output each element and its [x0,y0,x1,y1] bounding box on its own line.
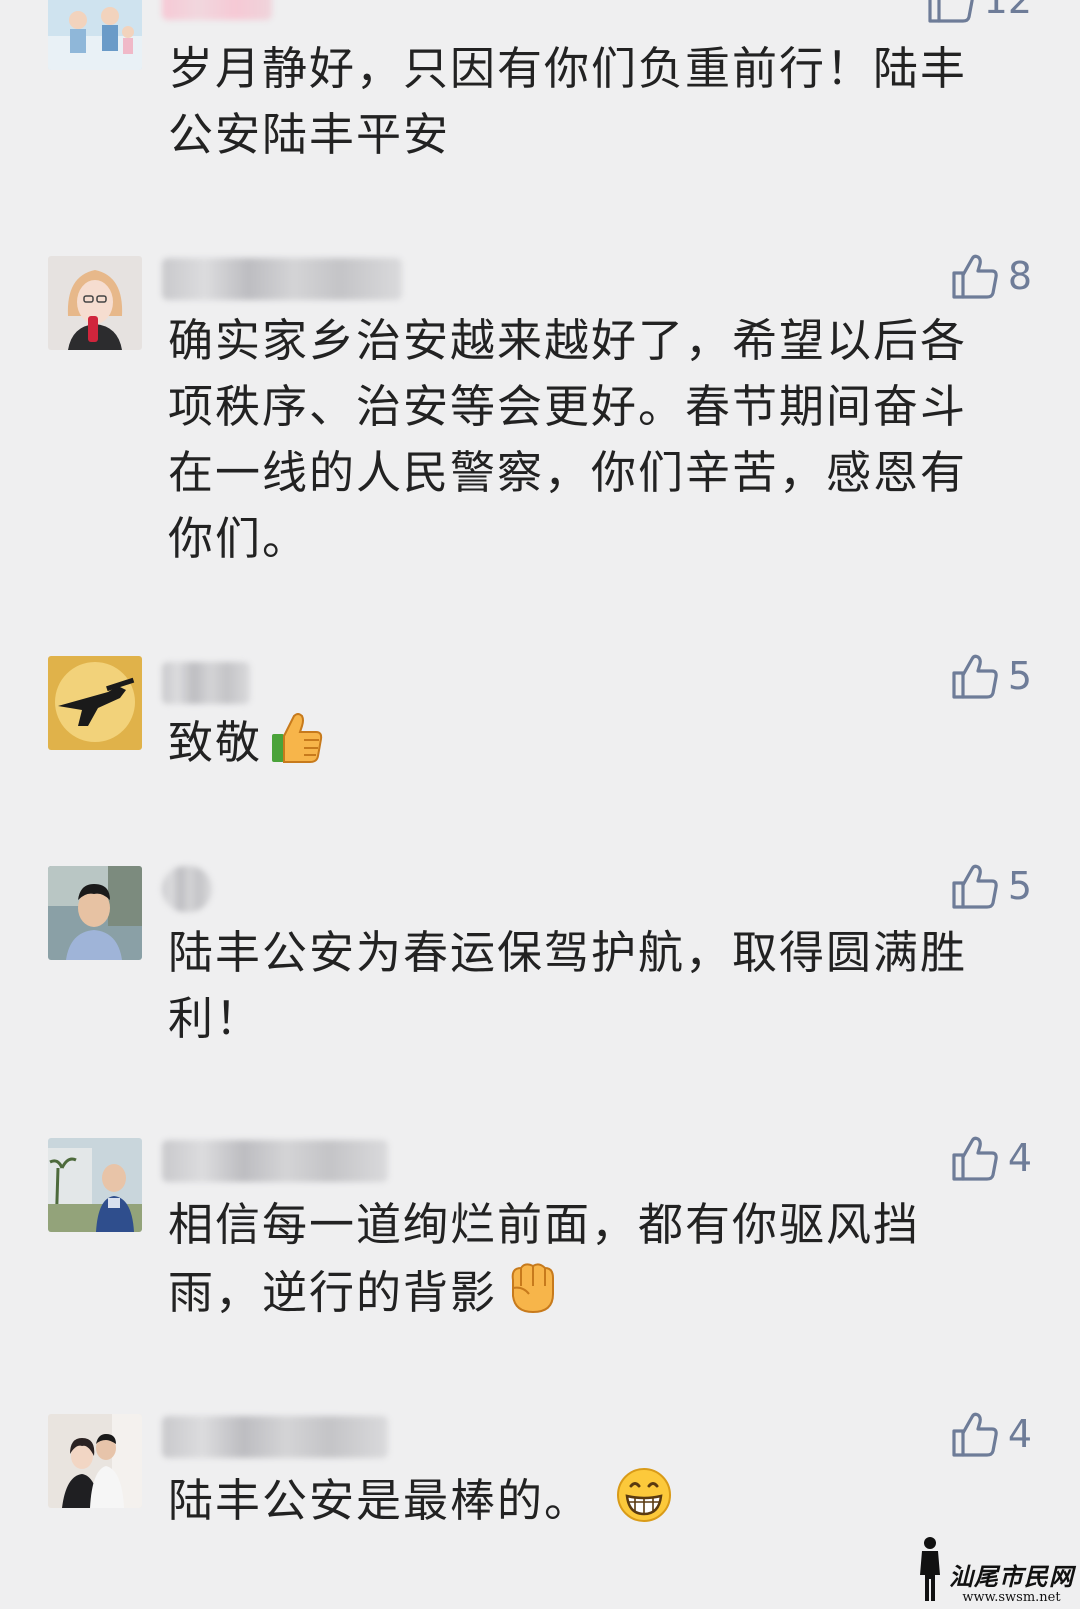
username-blurred[interactable] [162,258,402,300]
username-blurred[interactable] [162,1416,388,1458]
like-button[interactable]: 4 [950,1408,1032,1460]
thumbs-up-outline-icon [950,251,1000,301]
comment-text-line: 致敬 [168,716,263,769]
avatar[interactable] [48,256,142,350]
like-count: 8 [1007,254,1032,298]
comment-text: 确实家乡治安越来越好了，希望以后各 项秩序、治安等会更好。春节期间奋斗 在一线的… [168,308,1018,572]
comment-text: 致敬 [168,710,1018,776]
comment-text-line: 在一线的人民警察，你们辛苦，感恩有 [168,446,968,499]
like-button[interactable]: 8 [950,250,1032,302]
watermark-name: 汕尾市民网 [949,1562,1074,1591]
avatar[interactable] [48,866,142,960]
avatar[interactable] [48,1138,142,1232]
like-button[interactable]: 5 [950,650,1032,702]
comment-text-line: 岁月静好，只因有你们负重前行！陆丰 [168,42,968,95]
comment-text-line: 你们。 [168,512,310,565]
comment-text-line-with-emoji: 雨，逆行的背影 [168,1258,1018,1326]
person-silhouette-icon [915,1535,945,1605]
username-blurred[interactable] [162,662,250,704]
username-blurred[interactable] [162,0,272,20]
grinning-face-emoji [615,1466,673,1524]
watermark-text: 汕尾市民网 www.swsm.net [949,1563,1074,1605]
comment-text-line-with-emoji: 致敬 [168,710,1018,776]
like-count: 4 [1007,1136,1032,1180]
username-blurred[interactable] [162,1140,388,1182]
like-count: 12 [983,0,1032,22]
like-count: 5 [1007,864,1032,908]
avatar[interactable] [48,0,142,70]
comment-text-line: 陆丰公安为春运保驾护航，取得圆满胜 [168,926,968,979]
watermark-url: www.swsm.net [962,1590,1061,1605]
comment-text-line: 雨，逆行的背影 [168,1266,498,1319]
thumbs-up-outline-icon [950,861,1000,911]
comment-text-line: 相信每一道绚烂前面，都有你驱风挡 [168,1198,921,1251]
like-button[interactable]: 4 [950,1132,1032,1184]
like-button[interactable]: 12 [926,0,1032,26]
thumbs-up-outline-icon [926,0,976,25]
username-blurred[interactable] [162,866,212,912]
thumbs-up-outline-icon [950,1409,1000,1459]
comment-text: 相信每一道绚烂前面，都有你驱风挡 雨，逆行的背影 [168,1192,1018,1326]
comment-text: 陆丰公安是最棒的。 [168,1466,1018,1534]
comment-text-line: 陆丰公安是最棒的。 [168,1474,592,1527]
comment-text: 陆丰公安为春运保驾护航，取得圆满胜 利！ [168,920,1018,1052]
like-count: 5 [1007,654,1032,698]
site-watermark: 汕尾市民网 www.swsm.net [915,1535,1074,1605]
avatar[interactable] [48,1414,142,1508]
avatar[interactable] [48,656,142,750]
comment-text-line: 项秩序、治安等会更好。春节期间奋斗 [168,380,968,433]
comment-text-line: 公安陆丰平安 [168,108,451,161]
thumbs-up-emoji [268,710,324,766]
comment-text-line-with-emoji: 陆丰公安是最棒的。 [168,1466,1018,1534]
comment-text-line: 确实家乡治安越来越好了，希望以后各 [168,314,968,367]
thumbs-up-outline-icon [950,1133,1000,1183]
like-button[interactable]: 5 [950,860,1032,912]
comment-text-line: 利！ [168,992,263,1045]
thumbs-up-outline-icon [950,651,1000,701]
comment-text: 岁月静好，只因有你们负重前行！陆丰 公安陆丰平安 [168,36,1018,168]
like-count: 4 [1007,1412,1032,1456]
raised-fist-emoji [503,1258,561,1316]
